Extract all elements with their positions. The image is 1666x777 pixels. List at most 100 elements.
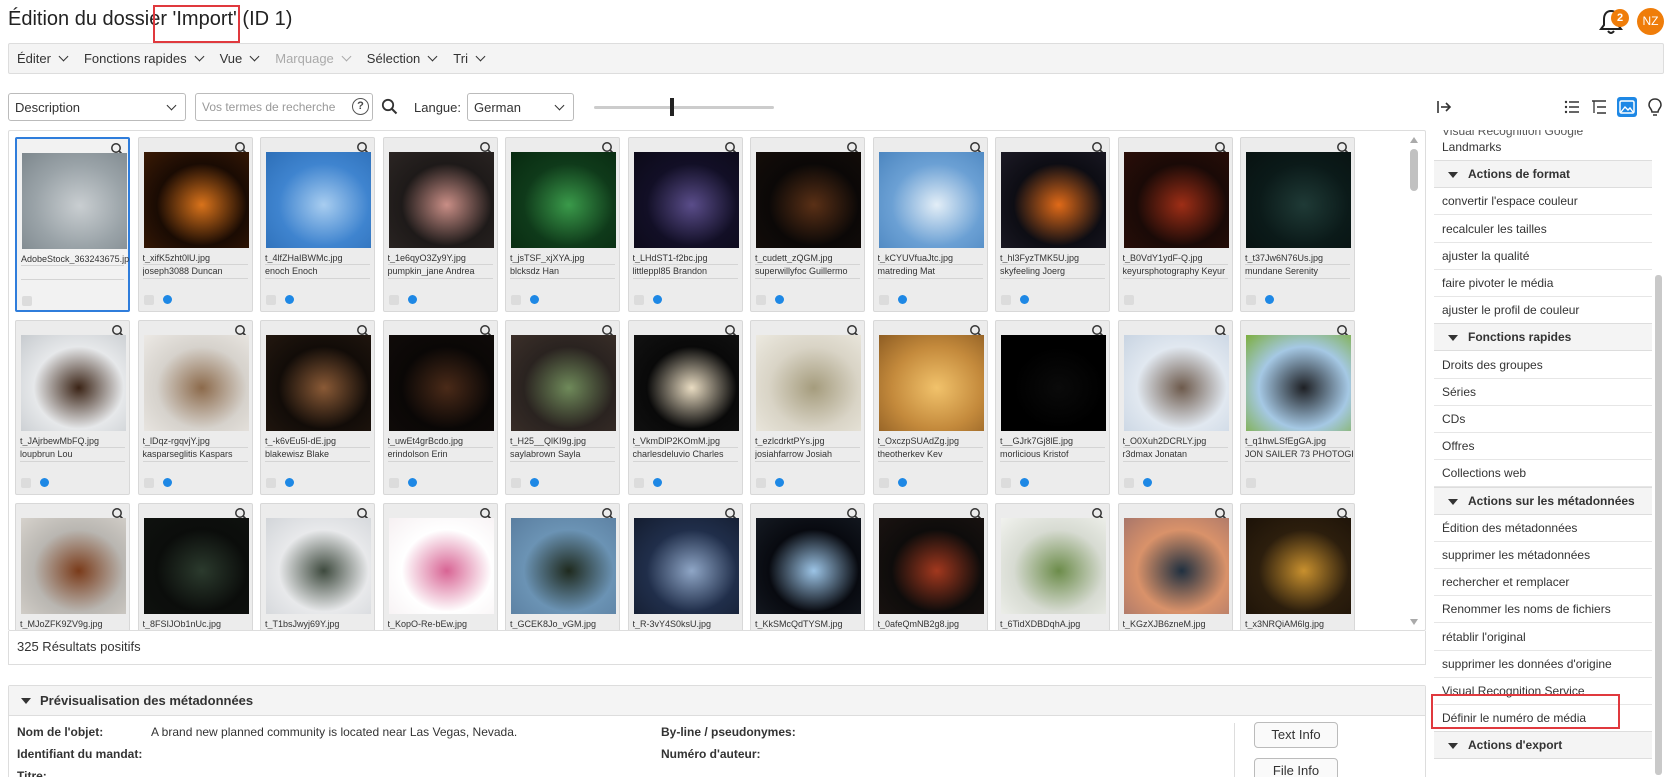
sidebar-action-item[interactable]: recalculer les tailles: [1434, 215, 1652, 243]
thumbnail-card[interactable]: t_H25__QlKI9g.jpg saylabrown Sayla: [505, 320, 620, 495]
thumbnail-size-slider[interactable]: [594, 106, 774, 109]
sidebar-action-item[interactable]: supprimer les métadonnées: [1434, 541, 1652, 569]
thumbnail-image[interactable]: [1001, 335, 1106, 431]
slider-handle[interactable]: [670, 98, 674, 116]
thumbnail-card[interactable]: t_kCYUVfuaJtc.jpg matreding Mat: [872, 137, 988, 312]
thumbnail-image[interactable]: [878, 335, 984, 431]
file-info-button[interactable]: File Info: [1254, 758, 1338, 777]
mark-checkbox[interactable]: [878, 295, 889, 305]
sidebar-action-item[interactable]: faire pivoter le média: [1434, 269, 1652, 297]
thumbnail-image[interactable]: [388, 335, 494, 431]
thumbnail-card[interactable]: t_VkmDlP2KOmM.jpg charlesdeluvio Charles: [627, 320, 743, 495]
mark-checkbox[interactable]: [388, 478, 399, 488]
thumbnail-card[interactable]: t_6TidXDBDqhA.jpg: [995, 503, 1110, 630]
thumbnail-image[interactable]: [1246, 152, 1351, 248]
mark-checkbox[interactable]: [756, 478, 766, 488]
sidebar-section-header[interactable]: Actions sur les métadonnées: [1434, 486, 1652, 515]
thumbnail-card[interactable]: t_KGzXJB6zneM.jpg: [1117, 503, 1233, 630]
sidebar-action-item[interactable]: CDs: [1434, 405, 1652, 433]
search-input[interactable]: Vos termes de recherche: [195, 93, 373, 121]
menu-selection[interactable]: Sélection: [367, 51, 438, 66]
thumbnail-card[interactable]: t_OxczpSUAdZg.jpg theotherkev Kev: [872, 320, 988, 495]
mark-checkbox[interactable]: [511, 295, 521, 305]
thumbnail-image[interactable]: [878, 152, 984, 248]
sidebar-action-item[interactable]: supprimer les données d'origine: [1434, 650, 1652, 678]
thumbnail-card[interactable]: t_MJoZFK9ZV9g.jpg: [15, 503, 130, 630]
thumbnail-card[interactable]: t_KopO-Re-bEw.jpg: [382, 503, 498, 630]
thumbnail-card[interactable]: t_KkSMcQdTYSM.jpg: [750, 503, 865, 630]
thumbnail-image[interactable]: [388, 518, 494, 614]
thumbnail-image[interactable]: [756, 152, 861, 248]
sidebar-section-header[interactable]: Actions d'export: [1434, 731, 1652, 760]
search-icon[interactable]: [381, 98, 398, 115]
mark-checkbox[interactable]: [1001, 478, 1011, 488]
mark-checkbox[interactable]: [1123, 478, 1134, 488]
list-view-icon[interactable]: [1562, 97, 1582, 117]
thumbnail-card[interactable]: t_0afeQmNB2g8.jpg: [872, 503, 988, 630]
mark-checkbox[interactable]: [878, 478, 889, 488]
mark-checkbox[interactable]: [633, 478, 644, 488]
thumbnail-card[interactable]: AdobeStock_363243675.jpg: [15, 137, 130, 312]
mark-checkbox[interactable]: [756, 295, 766, 305]
thumbnail-card[interactable]: t_B0VdY1ydF-Q.jpg keyursphotography Keyur: [1117, 137, 1233, 312]
thumbnail-card[interactable]: t_T1bsJwyj69Y.jpg: [260, 503, 375, 630]
thumbnail-image[interactable]: [633, 152, 739, 248]
thumbnail-card[interactable]: t_GCEK8Jo_vGM.jpg: [505, 503, 620, 630]
thumbnail-image[interactable]: [633, 518, 739, 614]
sidebar-action-item[interactable]: rétablir l'original: [1434, 623, 1652, 651]
thumbnail-image[interactable]: [266, 152, 371, 248]
thumbnail-card[interactable]: t_uwEt4grBcdo.jpg erindolson Erin: [382, 320, 498, 495]
mark-checkbox[interactable]: [388, 295, 399, 305]
metadata-preview-header[interactable]: Prévisualisation des métadonnées: [9, 686, 1425, 716]
language-select[interactable]: German: [467, 93, 574, 121]
menu-editer[interactable]: Éditer: [17, 51, 69, 66]
tree-view-icon[interactable]: [1589, 97, 1609, 117]
sidebar-action-item[interactable]: Renommer les noms de fichiers: [1434, 595, 1652, 624]
mark-checkbox[interactable]: [633, 295, 644, 305]
thumbnail-card[interactable]: t_q1hwLSfEgGA.jpg JON SAILER 73 PHOTOGR: [1240, 320, 1355, 495]
mark-checkbox[interactable]: [1001, 295, 1011, 305]
thumbnail-card[interactable]: t_jsTSF_xjXYA.jpg blcksdz Han: [505, 137, 620, 312]
thumbnail-image[interactable]: [1246, 518, 1351, 614]
grid-scrollbar[interactable]: [1409, 137, 1419, 625]
sidebar-action-item[interactable]: Édition des métadonnées: [1434, 514, 1652, 542]
thumbnail-image[interactable]: [633, 335, 739, 431]
thumbnail-card[interactable]: t_R-3vY4S0ksU.jpg: [627, 503, 743, 630]
thumbnail-card[interactable]: t_lDqz-rgqvjY.jpg kasparseglitis Kaspars: [137, 320, 253, 495]
thumbnail-card[interactable]: t_xifK5zht0lU.jpg joseph3088 Duncan: [137, 137, 253, 312]
search-field-select[interactable]: Description: [8, 93, 186, 121]
sidebar-action-item[interactable]: ajuster le profil de couleur: [1434, 296, 1652, 325]
thumbnail-image[interactable]: [1001, 152, 1106, 248]
thumbnail-image[interactable]: [1246, 335, 1351, 431]
thumbnail-image[interactable]: [511, 518, 616, 614]
thumbnail-image[interactable]: [1001, 518, 1106, 614]
mark-checkbox[interactable]: [22, 296, 32, 306]
thumbnail-image[interactable]: [21, 335, 126, 431]
lightbulb-icon[interactable]: [1645, 97, 1665, 117]
scroll-up-arrow-icon[interactable]: [1410, 137, 1418, 143]
collapse-panel-icon[interactable]: [1434, 97, 1454, 117]
sidebar-action-item[interactable]: Landmarks: [1434, 133, 1652, 161]
thumbnail-card[interactable]: t_4lfZHaIBWMc.jpg enoch Enoch: [260, 137, 375, 312]
thumbnail-image[interactable]: [22, 153, 127, 249]
scrollbar-thumb[interactable]: [1410, 149, 1418, 191]
sidebar-section-header[interactable]: Fonctions rapides: [1434, 323, 1652, 352]
metadata-scrollbar[interactable]: [1234, 723, 1242, 777]
thumbnail-image[interactable]: [878, 518, 984, 614]
mark-checkbox[interactable]: [511, 478, 521, 488]
mark-checkbox[interactable]: [266, 295, 276, 305]
thumbnail-card[interactable]: t_ezlcdrktPYs.jpg josiahfarrow Josiah: [750, 320, 865, 495]
thumbnail-card[interactable]: t_-k6vEu5l-dE.jpg blakewisz Blake: [260, 320, 375, 495]
thumbnail-card[interactable]: t_JAjrbewMbFQ.jpg loupbrun Lou: [15, 320, 130, 495]
thumbnail-card[interactable]: t_t37Jw6N76Us.jpg mundane Serenity: [1240, 137, 1355, 312]
thumbnail-image[interactable]: [143, 152, 249, 248]
mark-checkbox[interactable]: [21, 478, 31, 488]
text-info-button[interactable]: Text Info: [1254, 722, 1338, 748]
thumbnail-card[interactable]: t_O0Xuh2DCRLY.jpg r3dmax Jonatan: [1117, 320, 1233, 495]
sidebar-scrollbar[interactable]: [1652, 130, 1664, 777]
thumbnail-image[interactable]: [266, 335, 371, 431]
thumbnail-image[interactable]: [1123, 518, 1229, 614]
mark-checkbox[interactable]: [143, 295, 154, 305]
menu-fonctions-rapides[interactable]: Fonctions rapides: [84, 51, 205, 66]
thumbnail-card[interactable]: t_x3NRQiAM6lg.jpg: [1240, 503, 1355, 630]
